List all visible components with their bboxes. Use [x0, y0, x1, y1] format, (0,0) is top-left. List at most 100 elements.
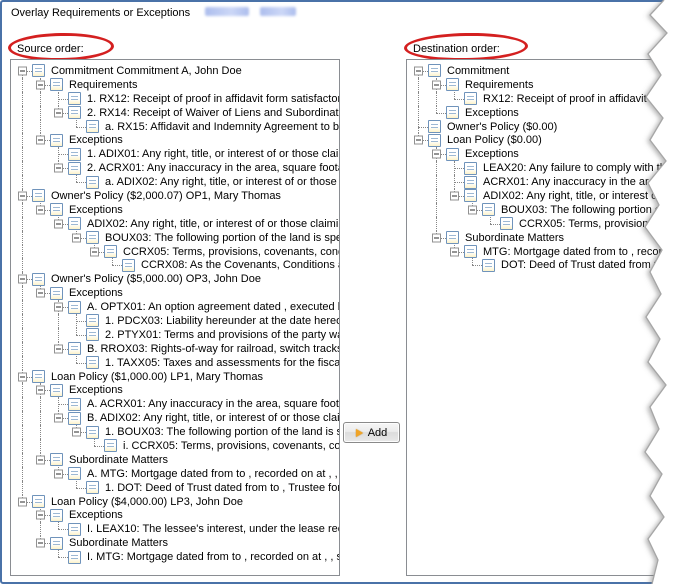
tree-node[interactable]: Commitment Commitment A, John Doe — [14, 64, 339, 78]
collapse-expand-box[interactable] — [432, 233, 441, 243]
tree-node-label[interactable]: Loan Policy ($0.00) — [445, 134, 544, 146]
tree-node-label[interactable]: Loan Policy ($4,000.00) LP3, John Doe — [49, 496, 245, 508]
tree-node[interactable]: 1. RX12: Receipt of proof in affidavit f… — [14, 91, 339, 106]
tree-node-label[interactable]: 1. RX12: Receipt of proof in affidavit f… — [85, 93, 339, 105]
tree-node-label[interactable]: Loan Policy ($1,000.00) LP1, Mary Thomas — [49, 371, 265, 383]
tree-node-label[interactable]: Exceptions — [463, 148, 521, 160]
tree-node-label[interactable]: I. MTG: Mortgage dated from to , recorde… — [85, 551, 339, 563]
tree-node-label[interactable]: Subordinate Matters — [67, 454, 170, 466]
collapse-expand-box[interactable] — [432, 80, 441, 90]
collapse-expand-box[interactable] — [90, 247, 99, 257]
tree-node-label[interactable]: 1. PDCX03: Liability hereunder at the da… — [103, 315, 339, 327]
tree-node[interactable]: I. MTG: Mortgage dated from to , recorde… — [14, 550, 339, 564]
tree-node-label[interactable]: DOT: Deed of Trust dated from to , Trus — [499, 259, 668, 271]
tree-node[interactable]: 1. TAXX05: Taxes and assessments for the… — [14, 355, 339, 370]
tree-node-label[interactable]: 2. ACRX01: Any inaccuracy in the area, s… — [85, 162, 339, 174]
tree-node-label[interactable]: CCRX08: As the Covenants, Conditions and — [139, 259, 339, 271]
collapse-expand-box[interactable] — [18, 274, 27, 284]
tree-node-label[interactable]: a. RX15: Affidavit and Indemnity Agreeme… — [103, 121, 339, 133]
tree-node-label[interactable]: Subordinate Matters — [463, 232, 566, 244]
collapse-expand-box[interactable] — [36, 80, 45, 90]
tree-node-label[interactable]: BOUX03: The following portion of the lan… — [103, 232, 339, 244]
tree-node[interactable]: i. CCRX05: Terms, provisions, covenants,… — [14, 439, 339, 453]
collapse-expand-box[interactable] — [36, 455, 45, 465]
tree-node[interactable]: Exceptions — [14, 286, 339, 301]
collapse-expand-box[interactable] — [432, 149, 441, 159]
collapse-expand-box[interactable] — [36, 510, 45, 520]
tree-node-label[interactable]: Exceptions — [67, 384, 125, 396]
tree-node[interactable]: Requirements — [410, 77, 668, 92]
tree-node-label[interactable]: Exceptions — [67, 287, 125, 299]
tree-node[interactable]: Requirements — [14, 77, 339, 92]
tree-node[interactable]: Commitment — [410, 64, 668, 78]
collapse-expand-box[interactable] — [54, 108, 63, 118]
tree-node-label[interactable]: Exceptions — [463, 107, 521, 119]
tree-node-label[interactable]: Owner's Policy ($2,000.07) OP1, Mary Tho… — [49, 190, 283, 202]
tree-node-label[interactable]: ADIX02: Any right, title, or interest of… — [481, 190, 668, 202]
tree-node[interactable]: Exceptions — [410, 147, 668, 162]
collapse-expand-box[interactable] — [36, 135, 45, 145]
tree-node[interactable]: 2. RX14: Receipt of Waiver of Liens and … — [14, 105, 339, 120]
tree-node[interactable]: I. LEAX10: The lessee's interest, under … — [14, 522, 339, 537]
tree-node-label[interactable]: A. ACRX01: Any inaccuracy in the area, s… — [85, 398, 339, 410]
tree-node[interactable]: Exceptions — [14, 508, 339, 523]
tree-node[interactable]: A. MTG: Mortgage dated from to , recorde… — [14, 466, 339, 481]
collapse-expand-box[interactable] — [54, 163, 63, 173]
add-button[interactable]: Add — [343, 422, 400, 443]
tree-node[interactable]: A. ACRX01: Any inaccuracy in the area, s… — [14, 397, 339, 412]
tree-node-label[interactable]: ADIX02: Any right, title, or interest of… — [85, 218, 339, 230]
collapse-expand-box[interactable] — [18, 66, 27, 76]
tree-node-label[interactable]: Owner's Policy ($0.00) — [445, 121, 559, 133]
tree-node[interactable]: Exceptions — [14, 383, 339, 398]
tree-node-label[interactable]: Exceptions — [67, 509, 125, 521]
tree-node[interactable]: ACRX01: Any inaccuracy in the area, squa… — [410, 175, 668, 189]
tree-node[interactable]: B. ADIX02: Any right, title, or interest… — [14, 411, 339, 426]
tree-node-label[interactable]: ACRX01: Any inaccuracy in the area, squa… — [481, 176, 668, 188]
collapse-expand-box[interactable] — [72, 427, 81, 437]
collapse-expand-box[interactable] — [54, 219, 63, 229]
tree-node[interactable]: Owner's Policy ($5,000.00) OP3, John Doe — [14, 272, 339, 287]
tree-node-label[interactable]: Exceptions — [67, 134, 125, 146]
tree-node[interactable]: MTG: Mortgage dated from to , recorded o… — [410, 244, 668, 259]
tree-node[interactable]: LEAX20: Any failure to comply with the t… — [410, 161, 668, 176]
tree-node-label[interactable]: 1. DOT: Deed of Trust dated from to , Tr… — [103, 482, 339, 494]
tree-node[interactable]: CCRX05: Terms, provisions, covenants, co… — [14, 244, 339, 259]
tree-node-label[interactable]: LEAX20: Any failure to comply with the t… — [481, 162, 668, 174]
tree-node-label[interactable]: B. RROX03: Rights-of-way for railroad, s… — [85, 343, 339, 355]
collapse-expand-box[interactable] — [450, 247, 459, 257]
tree-node[interactable]: Subordinate Matters — [410, 230, 668, 245]
tree-node-label[interactable]: A. OPTX01: An option agreement dated , e… — [85, 301, 339, 313]
tree-node-label[interactable]: I. LEAX10: The lessee's interest, under … — [85, 523, 339, 535]
collapse-expand-box[interactable] — [54, 302, 63, 312]
tree-node[interactable]: Owner's Policy ($0.00) — [410, 119, 668, 134]
tree-node[interactable]: ADIX02: Any right, title, or interest of… — [410, 189, 668, 203]
collapse-expand-box[interactable] — [414, 135, 423, 145]
tree-node[interactable]: 1. DOT: Deed of Trust dated from to , Tr… — [14, 480, 339, 495]
collapse-expand-box[interactable] — [54, 344, 63, 354]
tree-node[interactable]: Subordinate Matters — [14, 536, 339, 550]
collapse-expand-box[interactable] — [18, 372, 27, 382]
collapse-expand-box[interactable] — [54, 413, 63, 423]
tree-node[interactable]: 2. PTYX01: Terms and provisions of the p… — [14, 327, 339, 342]
collapse-expand-box[interactable] — [36, 538, 45, 548]
tree-node[interactable]: a. ADIX02: Any right, title, or interest… — [14, 175, 339, 189]
tree-node-label[interactable]: MTG: Mortgage dated from to , recorded o… — [481, 246, 668, 258]
source-tree-panel[interactable]: Commitment Commitment A, John Doe Require… — [10, 59, 340, 576]
collapse-expand-box[interactable] — [36, 288, 45, 298]
tree-node-label[interactable]: Requirements — [463, 79, 535, 91]
collapse-expand-box[interactable] — [450, 191, 459, 201]
tree-node[interactable]: Loan Policy ($4,000.00) LP3, John Doe — [14, 494, 339, 509]
tree-node-label[interactable]: 2. RX14: Receipt of Waiver of Liens and … — [85, 107, 339, 119]
tree-node-label[interactable]: 1. BOUX03: The following portion of the … — [103, 426, 339, 438]
tree-node[interactable]: Exceptions — [410, 105, 668, 120]
tree-node[interactable]: 1. ADIX01: Any right, title, or interest… — [14, 147, 339, 162]
collapse-expand-box[interactable] — [18, 497, 27, 507]
tree-node-label[interactable]: RX12: Receipt of proof in affidavit form… — [481, 93, 668, 105]
tree-node-label[interactable]: BOUX03: The following portion of the lan — [499, 204, 668, 216]
collapse-expand-box[interactable] — [414, 66, 423, 76]
tree-node[interactable]: CCRX05: Terms, provisions, covenan — [410, 216, 668, 231]
tree-node-label[interactable]: Requirements — [67, 79, 139, 91]
tree-node[interactable]: BOUX03: The following portion of the lan — [410, 202, 668, 217]
tree-node[interactable]: 2. ACRX01: Any inaccuracy in the area, s… — [14, 161, 339, 176]
tree-node[interactable]: Exceptions — [14, 202, 339, 217]
